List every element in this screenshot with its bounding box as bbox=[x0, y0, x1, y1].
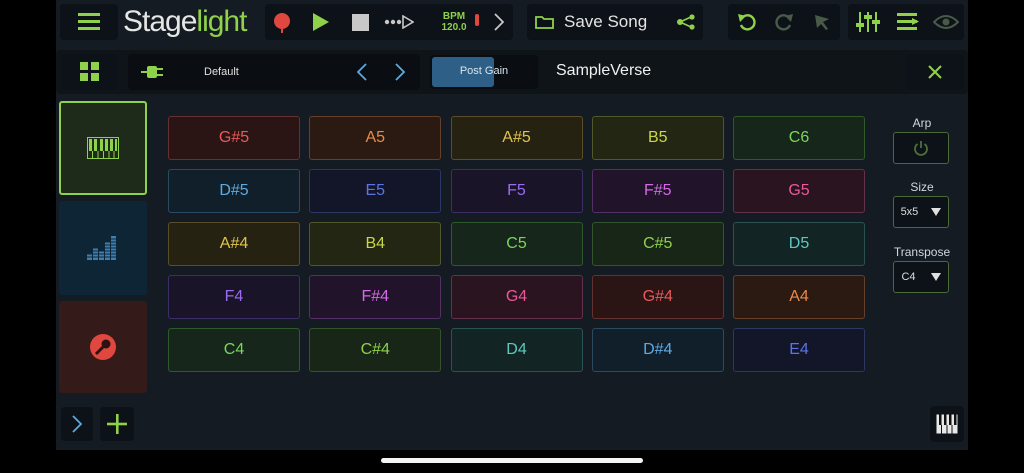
transpose-value: C4 bbox=[901, 271, 916, 283]
piano-keyboard-button[interactable] bbox=[930, 406, 964, 442]
note-pad[interactable]: G#4 bbox=[591, 275, 724, 319]
bpm-value: 120.0 bbox=[441, 22, 467, 33]
arp-toggle[interactable] bbox=[893, 132, 949, 164]
note-pad[interactable]: A#4 bbox=[168, 222, 300, 266]
save-song-button[interactable]: Save Song bbox=[564, 12, 647, 32]
mixer-button[interactable] bbox=[852, 6, 884, 38]
piano-icon bbox=[936, 414, 958, 434]
note-pad[interactable]: C4 bbox=[168, 328, 300, 372]
transpose-select[interactable]: C4 bbox=[893, 261, 949, 293]
close-icon bbox=[928, 65, 942, 79]
undo-icon bbox=[738, 14, 756, 31]
app-window: Stagelight BPM 120.0 Save Song Default P… bbox=[56, 0, 968, 450]
share-icon bbox=[677, 14, 695, 30]
preset-name[interactable]: Default bbox=[204, 66, 239, 78]
note-pad[interactable]: E4 bbox=[733, 328, 865, 372]
redo-button[interactable] bbox=[768, 6, 800, 38]
stop-icon bbox=[351, 13, 369, 31]
level-meter-icon bbox=[87, 236, 117, 260]
step-forward-icon bbox=[384, 15, 414, 29]
power-icon bbox=[914, 141, 928, 156]
chevron-right-icon bbox=[72, 415, 82, 433]
note-pad[interactable]: C5 bbox=[450, 222, 583, 266]
note-pad[interactable]: G4 bbox=[450, 275, 583, 319]
note-pad[interactable]: B5 bbox=[591, 116, 724, 160]
note-pad[interactable]: D#4 bbox=[591, 328, 724, 372]
chevron-right-icon bbox=[395, 63, 405, 81]
mixer-icon bbox=[856, 12, 880, 32]
cursor-tool-button[interactable] bbox=[806, 6, 838, 38]
visibility-button[interactable] bbox=[930, 6, 962, 38]
keyboard-mode-tile[interactable] bbox=[59, 101, 147, 195]
stop-button[interactable] bbox=[345, 6, 375, 38]
note-pad[interactable]: C#5 bbox=[591, 222, 724, 266]
note-pad[interactable]: D5 bbox=[733, 222, 865, 266]
post-gain-slider[interactable]: Post Gain bbox=[430, 55, 538, 89]
note-pad[interactable]: G5 bbox=[733, 169, 865, 213]
home-indicator[interactable] bbox=[381, 458, 643, 463]
menu-button[interactable] bbox=[60, 4, 118, 40]
chevron-right-icon bbox=[494, 13, 504, 31]
folder-icon bbox=[535, 16, 554, 29]
note-pad[interactable]: F#4 bbox=[309, 275, 442, 319]
note-pad[interactable]: A5 bbox=[309, 116, 442, 160]
play-icon bbox=[313, 13, 329, 31]
preset-next-button[interactable] bbox=[390, 57, 410, 87]
app-logo: Stagelight bbox=[123, 5, 247, 38]
note-pad[interactable]: G#5 bbox=[168, 116, 300, 160]
share-button[interactable] bbox=[672, 8, 700, 36]
play-button[interactable] bbox=[306, 6, 336, 38]
chevron-left-icon bbox=[357, 63, 367, 81]
redo-icon bbox=[775, 14, 793, 31]
note-pad[interactable]: D#5 bbox=[168, 169, 300, 213]
transpose-label: Transpose bbox=[893, 245, 951, 259]
drum-mode-tile[interactable] bbox=[59, 201, 147, 295]
close-button[interactable] bbox=[906, 54, 964, 90]
loop-step-button[interactable] bbox=[382, 6, 416, 38]
metronome-icon bbox=[475, 14, 479, 26]
note-pad[interactable]: D4 bbox=[450, 328, 583, 372]
note-pad[interactable]: F5 bbox=[450, 169, 583, 213]
add-track-button[interactable] bbox=[100, 407, 134, 441]
track-name: SampleVerse bbox=[556, 62, 652, 79]
undo-button[interactable] bbox=[731, 6, 763, 38]
post-gain-label: Post Gain bbox=[459, 65, 509, 77]
note-pad[interactable]: A#5 bbox=[450, 116, 583, 160]
plug-icon[interactable] bbox=[141, 62, 165, 82]
transport-next-button[interactable] bbox=[488, 6, 510, 38]
dropdown-arrow-icon bbox=[930, 273, 941, 281]
dropdown-arrow-icon bbox=[931, 208, 942, 216]
list-icon bbox=[897, 13, 919, 30]
grid-view-button[interactable] bbox=[62, 54, 118, 90]
keyboard-icon bbox=[87, 137, 119, 159]
cursor-icon bbox=[815, 15, 829, 30]
expand-button[interactable] bbox=[61, 407, 93, 441]
bpm-display[interactable]: BPM 120.0 bbox=[434, 11, 474, 33]
plus-icon bbox=[107, 414, 127, 434]
size-select[interactable]: 5x5 bbox=[893, 196, 949, 228]
arp-label: Arp bbox=[912, 116, 932, 130]
microphone-icon bbox=[90, 334, 116, 360]
size-value: 5x5 bbox=[900, 206, 919, 218]
record-mode-tile[interactable] bbox=[59, 301, 147, 393]
note-pad[interactable]: F#5 bbox=[591, 169, 724, 213]
hamburger-icon bbox=[78, 13, 100, 30]
grid-icon bbox=[80, 62, 99, 81]
preset-selector bbox=[128, 54, 420, 90]
bpm-label: BPM bbox=[442, 11, 466, 22]
size-label: Size bbox=[910, 180, 934, 194]
record-icon bbox=[274, 13, 290, 33]
note-pad[interactable]: B4 bbox=[309, 222, 442, 266]
record-button[interactable] bbox=[267, 6, 297, 38]
note-pad[interactable]: F4 bbox=[168, 275, 300, 319]
note-pad[interactable]: C6 bbox=[733, 116, 865, 160]
eye-icon bbox=[933, 15, 959, 29]
note-pad[interactable]: A4 bbox=[733, 275, 865, 319]
note-pad[interactable]: C#4 bbox=[309, 328, 442, 372]
preset-prev-button[interactable] bbox=[352, 57, 372, 87]
note-pad[interactable]: E5 bbox=[309, 169, 442, 213]
list-view-button[interactable] bbox=[892, 6, 924, 38]
